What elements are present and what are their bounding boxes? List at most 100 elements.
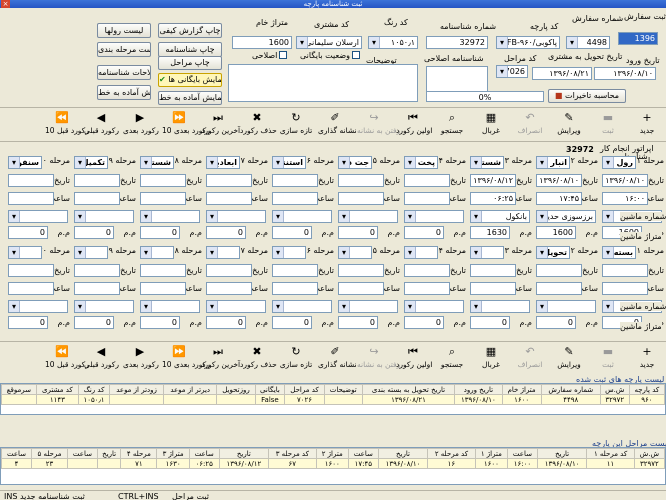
stage-machine-select[interactable]: [338, 210, 398, 223]
column-header[interactable]: ساعت: [188, 448, 220, 459]
stage-name-select[interactable]: رول پیچ: [602, 156, 636, 169]
stage-date-field[interactable]: [140, 174, 186, 187]
toolbar-top-btn-7[interactable]: ↪ رفتن به نشانه: [357, 110, 400, 140]
customer-code-select[interactable]: ارسلان سلیمانی: [296, 36, 362, 49]
stage-date-field[interactable]: ۱۳۹۶/۰۸/۱۰: [536, 174, 582, 187]
table-cell[interactable]: ۳۲۹۷۲: [599, 394, 630, 405]
table-cell[interactable]: ۱۶۳۰: [156, 458, 190, 469]
table-cell[interactable]: ۱۷:۴۵: [347, 458, 379, 469]
stage-meter-field[interactable]: 0: [404, 316, 444, 329]
stage-name-select[interactable]: [272, 246, 306, 259]
stage-date-field[interactable]: [74, 264, 120, 277]
stage-date-field[interactable]: [272, 264, 318, 277]
toolbar-top-btn-12[interactable]: ⏩ 10 رکورد بعدی: [162, 110, 210, 140]
column-header[interactable]: بایگانی: [254, 384, 286, 395]
show-ready-button[interactable]: نمایش آماده به خط: [158, 91, 222, 105]
stage-machine-select[interactable]: [404, 210, 464, 223]
table-cell[interactable]: ۱۶۰۰: [474, 458, 509, 469]
toolbar-bottom-btn-9[interactable]: ↻ تازه سازی: [279, 344, 313, 374]
toolbar-top-btn-14[interactable]: ◀ رکورد قبلی: [84, 110, 119, 140]
toolbar-top-btn-2[interactable]: ✎ ویرایش: [552, 110, 586, 140]
table-cell[interactable]: ۹۶۰: [628, 394, 665, 405]
stage-name-select[interactable]: جت در: [338, 156, 372, 169]
toolbar-bottom-btn-0[interactable]: + جدید: [630, 344, 664, 374]
stage-meter-field[interactable]: 0: [74, 226, 114, 239]
stage-name-select[interactable]: پخت و: [404, 156, 438, 169]
stage-meter-field[interactable]: 0: [140, 316, 180, 329]
column-header[interactable]: متراژ ۲: [315, 448, 349, 459]
table-cell[interactable]: False: [254, 394, 286, 405]
stage-machine-select[interactable]: [74, 300, 134, 313]
stage-name-select[interactable]: [8, 246, 42, 259]
stage-time-field[interactable]: [404, 192, 450, 205]
stage-name-select[interactable]: تکمیل با: [74, 156, 108, 169]
print-quality-report-button[interactable]: چاپ گزارش کیفی: [158, 23, 222, 38]
stage-name-select[interactable]: [404, 246, 438, 259]
column-header[interactable]: کد رنگ: [78, 384, 110, 395]
stage-meter-field[interactable]: 0: [206, 226, 246, 239]
stage-date-field[interactable]: ۱۳۹۶/۰۸/۱۰: [602, 174, 648, 187]
stage-time-field[interactable]: [338, 282, 384, 295]
column-header[interactable]: کد مراحل: [284, 384, 325, 395]
table-cell[interactable]: [216, 394, 256, 405]
toolbar-top-btn-9[interactable]: ↻ تازه سازی: [279, 110, 313, 140]
column-header[interactable]: شماره سفارش: [540, 384, 601, 395]
table-cell[interactable]: ۱۳۹۶/۰۸/۱۰: [377, 458, 429, 469]
stage-meter-field[interactable]: 0: [338, 226, 378, 239]
stage-time-field[interactable]: [206, 282, 252, 295]
stage-list-button[interactable]: لیست مرحله بندی: [97, 42, 151, 57]
stage-name-select[interactable]: [206, 246, 240, 259]
column-header[interactable]: تاریخ: [536, 448, 588, 459]
stage-meter-field[interactable]: 0: [338, 316, 378, 329]
table-cell[interactable]: ۴: [1, 458, 32, 469]
table-cell[interactable]: ۱۳۹۶/۰۸/۱۲: [218, 458, 270, 469]
stage-date-field[interactable]: [74, 174, 120, 187]
table-cell[interactable]: ۴۴۹۸: [540, 394, 601, 405]
stage-meter-field[interactable]: 0: [272, 226, 312, 239]
table-row[interactable]: ۹۶۰ ۳۲۹۷۲ ۴۴۹۸ ۱۶۰۰ ۱۳۹۶/۰۸/۱۰ ۱۳۹۶/۰۸/۲۱ ۷۰۲۶…: [1, 394, 665, 405]
stage-machine-select[interactable]: [140, 300, 200, 313]
stage-name-select[interactable]: بسته: [602, 246, 636, 259]
table-cell[interactable]: ۱۶۰۰: [315, 458, 349, 469]
stage-time-field[interactable]: [404, 282, 450, 295]
table-cell[interactable]: ۱۳۹۶/۰۸/۲۱: [361, 394, 456, 405]
stage-date-field[interactable]: [8, 264, 54, 277]
stage-meter-field[interactable]: 0: [404, 226, 444, 239]
stage-time-field[interactable]: [8, 282, 54, 295]
column-header[interactable]: مرحله ۴: [120, 448, 158, 459]
table-cell[interactable]: ۱۱: [586, 458, 635, 469]
stage-machine-select[interactable]: بانکول: [470, 210, 530, 223]
toolbar-top-btn-6[interactable]: ⏮ اولین رکورد: [396, 110, 432, 140]
column-header[interactable]: ساعت: [67, 448, 98, 459]
column-header[interactable]: ساعت: [507, 448, 538, 459]
column-header[interactable]: ساعت: [1, 448, 32, 459]
table-cell[interactable]: [323, 394, 363, 405]
stage-date-field[interactable]: ۱۳۹۶/۰۸/۱۲: [470, 174, 516, 187]
column-header[interactable]: دیرتر از موعد: [163, 384, 218, 395]
stage-meter-field[interactable]: 0: [74, 316, 114, 329]
notes-field[interactable]: [228, 64, 418, 102]
stage-machine-select[interactable]: برزسوزی حدید: [536, 210, 596, 223]
stage-machine-select[interactable]: [206, 210, 266, 223]
toolbar-bottom-btn-1[interactable]: ▬ ثبت: [591, 344, 625, 374]
stage-name-select[interactable]: انبار: [536, 156, 570, 169]
toolbar-top-btn-15[interactable]: ⏪ 10 رکورد قبل: [45, 110, 89, 140]
show-archived-button[interactable]: ✔ نمایش بایگانی ها: [158, 73, 222, 87]
toolbar-bottom-btn-6[interactable]: ⏮ اولین رکورد: [396, 344, 432, 374]
toolbar-top-btn-1[interactable]: ▬ ثبت: [591, 110, 625, 140]
toolbar-top-btn-5[interactable]: ⌕ جستجو: [435, 110, 469, 140]
ready-report-button[interactable]: گزارش آماده به خط: [97, 85, 151, 100]
toolbar-bottom-btn-14[interactable]: ◀ رکورد قبلی: [84, 344, 119, 374]
stage-time-field[interactable]: [470, 282, 516, 295]
toolbar-top-btn-11[interactable]: ⏭ آخرین رکورد: [201, 110, 240, 140]
column-header[interactable]: زودتر از موعد: [108, 384, 165, 395]
table-cell[interactable]: ۱۳۹۶/۰۸/۱۰: [454, 394, 503, 405]
entry-date-field[interactable]: ۱۳۹۶/۰۸/۱۰: [594, 67, 656, 80]
toolbar-top-btn-10[interactable]: ✖ حذف رکورد: [240, 110, 277, 140]
order-number-select[interactable]: 4498: [566, 36, 610, 49]
fabric-code-select[interactable]: پاکوبی/LFB-۹۶۰: [496, 36, 560, 49]
column-header[interactable]: کد مرحله ۲: [427, 448, 476, 459]
stage-name-select[interactable]: [338, 246, 372, 259]
column-header[interactable]: متراژ ۳: [156, 448, 190, 459]
stage-meter-field[interactable]: 0: [8, 226, 48, 239]
